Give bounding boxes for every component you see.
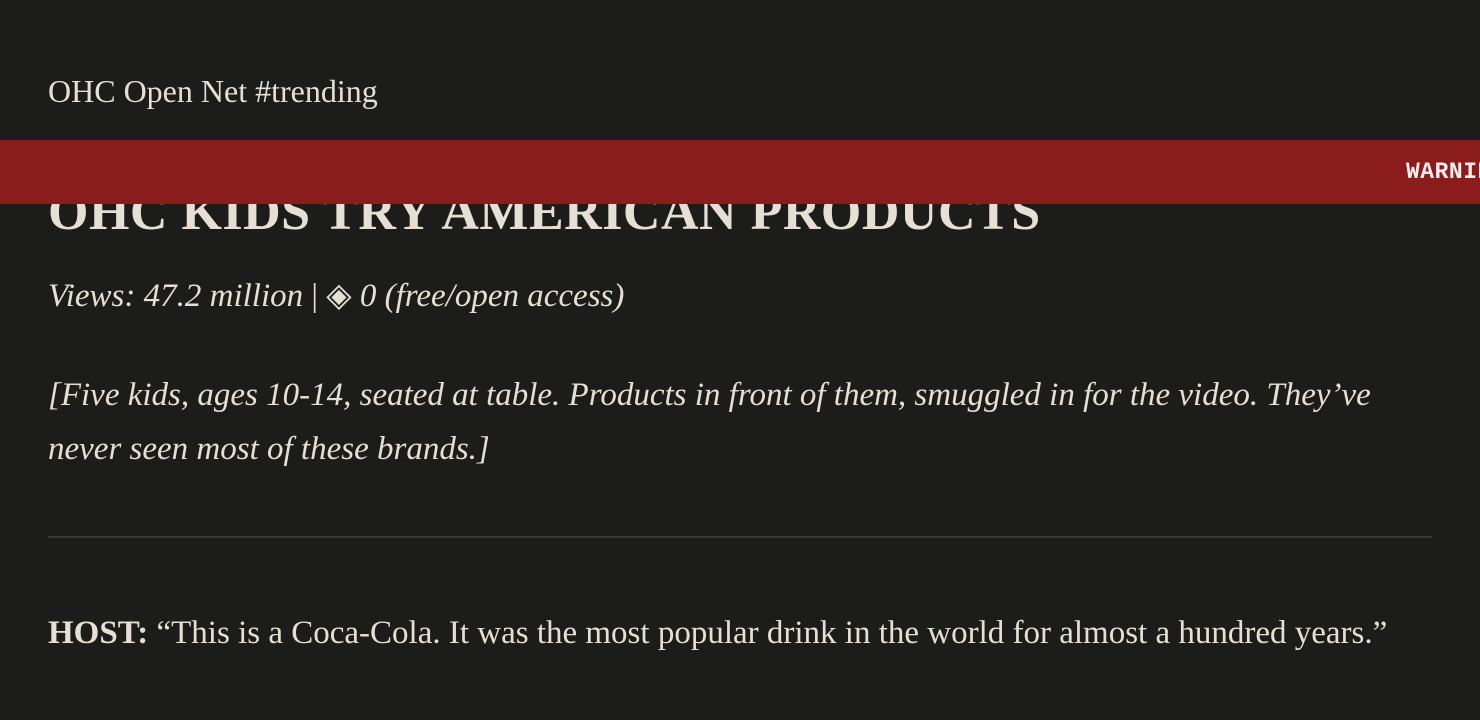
speaker-label: HOST: [48,615,149,651]
price-label: 0 (free/open access) [359,278,625,314]
meta-separator: | [311,278,318,314]
section-divider [48,536,1432,538]
warning-banner-text: WARNING [1406,159,1480,185]
transcript-line: HOST: “This is a Coca-Cola. It was the m… [48,606,1438,660]
page: OHC Open Net #trending OHC KIDS TRY AMER… [0,0,1480,720]
site-header: OHC Open Net #trending [48,73,378,109]
video-meta: Views: 47.2 million | ◈ 0 (free/open acc… [48,276,624,316]
views-count: Views: 47.2 million [48,278,304,314]
diamond-icon: ◈ [326,278,352,314]
dialogue-text: “This is a Coca-Cola. It was the most po… [156,615,1388,651]
warning-banner: WARNING [0,140,1480,204]
stage-direction: [Five kids, ages 10-14, seated at table.… [48,377,1371,467]
